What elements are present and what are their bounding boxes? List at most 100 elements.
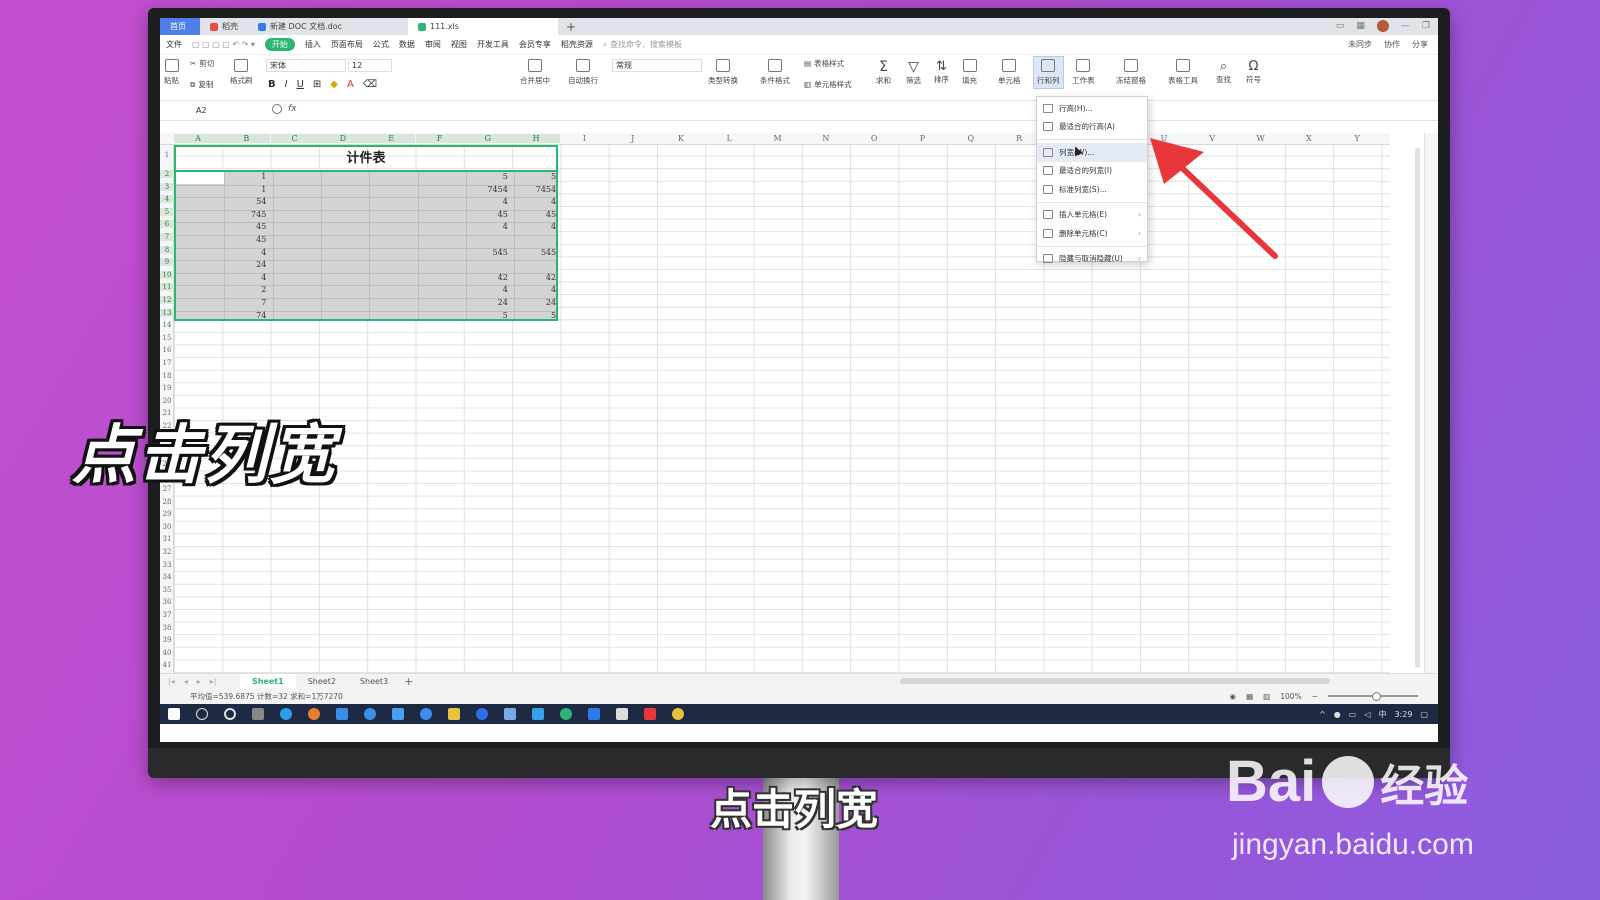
zoom-slider[interactable] — [1328, 692, 1418, 701]
row-header-28[interactable]: 28 — [160, 498, 174, 506]
underline-button[interactable]: U — [297, 79, 304, 90]
row-header-30[interactable]: 30 — [160, 523, 174, 531]
column-header-l[interactable]: L — [705, 134, 753, 143]
font-select[interactable]: 宋体 — [266, 59, 346, 72]
wps-icon[interactable] — [644, 708, 656, 720]
row-header-19[interactable]: 19 — [160, 384, 174, 392]
row-header-14[interactable]: 14 — [160, 321, 174, 329]
column-header-c[interactable]: C — [270, 134, 319, 143]
column-header-b[interactable]: B — [222, 134, 271, 143]
column-header-f[interactable]: F — [415, 134, 464, 143]
cell-style-button[interactable]: ▥ 单元格样式 — [804, 79, 852, 90]
sheet-tab-3[interactable]: Sheet3 — [348, 674, 400, 689]
mic-icon[interactable]: ● — [1334, 710, 1341, 719]
dropdown-item-2[interactable]: 列宽(W)... — [1037, 143, 1147, 162]
copy-button[interactable]: ⧉ 复制 — [190, 79, 213, 90]
cell-h-13[interactable]: 5 — [512, 311, 556, 320]
cell-h-3[interactable]: 7454 — [512, 185, 556, 194]
cell-g-3[interactable]: 7454 — [464, 185, 507, 194]
sheet-tab-1[interactable]: Sheet1 — [240, 673, 296, 689]
clock[interactable]: 3:29 — [1394, 710, 1412, 719]
sync-button[interactable]: 未同步 — [1348, 39, 1372, 50]
row-header-3[interactable]: 3 — [160, 182, 174, 191]
active-cell[interactable] — [176, 172, 224, 184]
row-header-5[interactable]: 5 — [160, 207, 174, 216]
type-convert-button[interactable]: 类型转换 — [708, 59, 738, 86]
cell-g-4[interactable]: 4 — [464, 197, 508, 206]
paste-button[interactable]: 粘贴 — [164, 59, 179, 86]
cond-format-button[interactable]: 条件格式 — [760, 59, 790, 86]
row-header-2[interactable]: 2 — [160, 170, 174, 178]
cell-b-12[interactable]: 7 — [222, 298, 266, 307]
column-header-e[interactable]: E — [367, 134, 416, 143]
dropdown-item-0[interactable]: 行高(H)... — [1037, 99, 1147, 118]
sort-button[interactable]: ⇅ 排序 — [934, 59, 949, 85]
cell-g-11[interactable]: 4 — [464, 285, 508, 294]
wrap-button[interactable]: 自动换行 — [568, 59, 598, 86]
cell-h-6[interactable]: 4 — [512, 222, 556, 231]
column-header-d[interactable]: D — [318, 134, 367, 143]
app-icon[interactable] — [588, 708, 600, 720]
edge-icon[interactable] — [280, 708, 292, 720]
menu-start[interactable]: 开始 — [264, 38, 295, 51]
sheet-nav[interactable]: |◂ ◂ ▸ ▸| — [168, 677, 240, 686]
column-header-a[interactable]: A — [174, 134, 222, 143]
eye-icon[interactable]: ◉ — [1230, 692, 1237, 701]
row-header-39[interactable]: 39 — [160, 636, 174, 644]
column-header-h[interactable]: H — [512, 134, 561, 143]
row-header-6[interactable]: 6 — [160, 220, 174, 229]
menu-insert[interactable]: 插入 — [305, 39, 321, 50]
ime-icon[interactable]: 中 — [1378, 709, 1386, 720]
row-header-8[interactable]: 8 — [160, 245, 174, 254]
dropdown-item-6[interactable]: 删除单元格(C) › — [1037, 224, 1147, 243]
menu-data[interactable]: 数据 — [399, 39, 415, 50]
row-header-36[interactable]: 36 — [160, 598, 174, 606]
font-size-select[interactable]: 12 — [348, 59, 392, 72]
column-header-y[interactable]: Y — [1333, 134, 1381, 143]
row-header-7[interactable]: 7 — [160, 233, 174, 241]
name-box[interactable]: A2 — [164, 104, 252, 118]
cell-g-12[interactable]: 24 — [464, 298, 508, 307]
windows-start-icon[interactable] — [168, 708, 180, 720]
format-painter-button[interactable]: 格式刷 — [230, 59, 253, 86]
task-view-icon[interactable] — [252, 708, 264, 720]
row-header-29[interactable]: 29 — [160, 510, 174, 518]
browser-icon[interactable] — [420, 708, 432, 720]
cell-b-5[interactable]: 745 — [222, 210, 266, 219]
cell-b-10[interactable]: 4 — [222, 273, 266, 282]
tab-doc[interactable]: 新建 DOC 文档.doc — [248, 18, 408, 35]
cell-g-6[interactable]: 4 — [464, 222, 508, 231]
cell-button[interactable]: 单元格 — [998, 59, 1021, 86]
quick-toolbar[interactable]: ▢ ▢ ▢ ▢ ↶ ↷ ▾ — [192, 40, 255, 49]
cell-b-3[interactable]: 1 — [222, 185, 266, 194]
layout-icon[interactable]: ▭ — [1336, 21, 1345, 31]
tab-home[interactable]: 首页 — [160, 18, 200, 35]
cell-b-8[interactable]: 4 — [222, 248, 266, 257]
row-header-1[interactable]: 1 — [160, 151, 174, 159]
find-button[interactable]: ⌕ 查找 — [1216, 59, 1231, 85]
cut-button[interactable]: ✂ 剪切 — [190, 58, 214, 69]
eraser-icon[interactable]: ⌫ — [363, 79, 377, 90]
merge-button[interactable]: 合并居中 — [520, 59, 550, 86]
row-header-10[interactable]: 10 — [160, 270, 174, 279]
page-view-icon[interactable]: ▥ — [1263, 692, 1270, 701]
vertical-scrollbar[interactable] — [1415, 148, 1420, 668]
row-header-41[interactable]: 41 — [160, 661, 174, 669]
tab-docer[interactable]: 稻壳 — [200, 18, 248, 35]
worksheet-button[interactable]: 工作表 — [1072, 59, 1095, 86]
mail-icon[interactable] — [532, 708, 544, 720]
row-header-11[interactable]: 11 — [160, 283, 174, 292]
column-header-x[interactable]: X — [1285, 134, 1333, 143]
cell-b-7[interactable]: 45 — [222, 235, 266, 244]
row-header-32[interactable]: 32 — [160, 548, 174, 556]
sheet-tab-2[interactable]: Sheet2 — [296, 674, 348, 689]
app-icon[interactable] — [476, 708, 488, 720]
folder-icon[interactable] — [448, 708, 460, 720]
cell-h-8[interactable]: 545 — [512, 248, 556, 257]
font-color-icon[interactable]: A — [347, 79, 354, 90]
cell-b-9[interactable]: 24 — [222, 260, 266, 269]
column-header-g[interactable]: G — [463, 134, 512, 143]
row-header-12[interactable]: 12 — [160, 296, 174, 304]
app-icon[interactable] — [336, 708, 348, 720]
column-header-n[interactable]: N — [802, 134, 850, 143]
